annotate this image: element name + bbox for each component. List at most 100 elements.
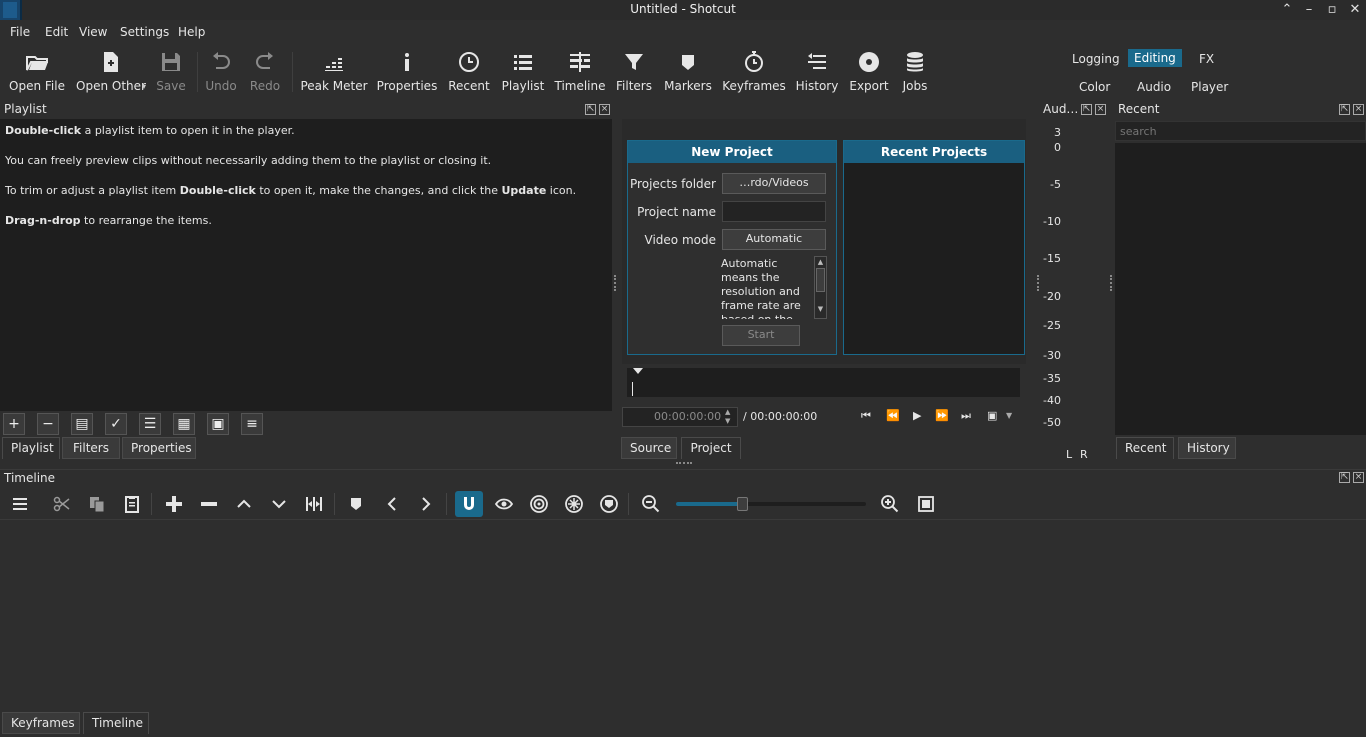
icons-view-icon[interactable]: ▣ xyxy=(207,413,229,435)
rewind-icon[interactable]: ⏪ xyxy=(886,409,900,422)
details-view-icon[interactable]: ☰ xyxy=(139,413,161,435)
skip-to-end-icon[interactable]: ⏭ xyxy=(961,409,971,423)
jobs-button[interactable]: Jobs xyxy=(896,44,934,98)
ripple-icon[interactable] xyxy=(525,491,553,517)
splitter-handle[interactable] xyxy=(1110,275,1113,291)
minimize-icon[interactable]: – xyxy=(1298,1,1320,19)
zoom-out-icon[interactable] xyxy=(637,491,665,517)
scroll-thumb[interactable] xyxy=(816,268,825,292)
recent-list[interactable] xyxy=(1115,143,1366,435)
zoom-slider[interactable] xyxy=(676,497,866,511)
close-icon[interactable]: × xyxy=(599,104,610,115)
close-icon[interactable]: × xyxy=(1353,104,1364,115)
float-icon[interactable]: ⇱ xyxy=(1339,472,1350,483)
tab-source[interactable]: Source xyxy=(621,437,677,459)
fast-forward-icon[interactable]: ⏩ xyxy=(935,409,949,422)
scrub-bar[interactable] xyxy=(627,368,1020,397)
overwrite-icon[interactable] xyxy=(265,491,293,517)
undo-button[interactable]: Undo xyxy=(200,44,242,98)
zoom-fit-icon[interactable]: ▣ xyxy=(987,409,997,422)
timecode-stepper-icon[interactable]: ▲ ▼ xyxy=(725,408,730,426)
tab-filters[interactable]: Filters xyxy=(62,437,120,459)
timecode-field[interactable]: 00:00:00:00 ▲ ▼ xyxy=(622,407,738,427)
maximize-icon[interactable]: ▫ xyxy=(1321,1,1343,19)
splitter-handle[interactable] xyxy=(676,462,692,465)
open-other-button[interactable]: Open Other xyxy=(74,44,148,98)
timeline-button[interactable]: Timeline xyxy=(554,44,606,98)
skip-to-start-icon[interactable]: ⏮ xyxy=(861,409,871,423)
menu-icon[interactable]: ≡ xyxy=(241,413,263,435)
remove-icon[interactable]: − xyxy=(37,413,59,435)
split-icon[interactable] xyxy=(300,491,328,517)
ripple-all-tracks-icon[interactable] xyxy=(560,491,588,517)
add-icon[interactable]: + xyxy=(3,413,25,435)
playhead-icon[interactable] xyxy=(633,368,643,374)
play-icon[interactable]: ▶ xyxy=(913,409,921,422)
scrub-eye-icon[interactable] xyxy=(490,491,518,517)
scroll-down-icon[interactable]: ▼ xyxy=(815,304,826,314)
splitter-handle[interactable] xyxy=(1037,275,1040,291)
menu-edit[interactable]: Edit xyxy=(45,25,68,39)
update-icon[interactable]: ▤ xyxy=(71,413,93,435)
recent-search-input[interactable] xyxy=(1115,121,1366,141)
ripple-delete-icon[interactable] xyxy=(195,491,223,517)
workspace-player[interactable]: Player xyxy=(1185,78,1234,96)
zoom-fit-icon[interactable] xyxy=(912,491,940,517)
menu-help[interactable]: Help xyxy=(178,25,205,39)
zoom-in-icon[interactable] xyxy=(876,491,904,517)
snap-icon[interactable] xyxy=(455,491,483,517)
append-icon[interactable] xyxy=(160,491,188,517)
menu-file[interactable]: File xyxy=(10,25,30,39)
copy-icon[interactable] xyxy=(83,491,111,517)
chevron-down-icon[interactable]: ▼ xyxy=(1006,411,1012,420)
history-button[interactable]: History xyxy=(792,44,842,98)
save-button[interactable]: Save xyxy=(150,44,192,98)
marker-icon[interactable] xyxy=(342,491,370,517)
close-icon[interactable]: ✕ xyxy=(1344,1,1366,19)
timeline-menu-icon[interactable] xyxy=(6,491,34,517)
workspace-audio[interactable]: Audio xyxy=(1131,78,1177,96)
chevron-up-icon[interactable]: ⌃ xyxy=(1276,1,1298,19)
playlist-button[interactable]: Playlist xyxy=(500,44,546,98)
workspace-fx[interactable]: FX xyxy=(1193,50,1220,68)
splitter-handle[interactable] xyxy=(614,275,617,291)
float-icon[interactable]: ⇱ xyxy=(1081,104,1092,115)
chevron-left-icon[interactable] xyxy=(378,491,406,517)
peak-meter-button[interactable]: Peak Meter xyxy=(300,44,368,98)
ripple-markers-icon[interactable] xyxy=(595,491,623,517)
workspace-editing[interactable]: Editing xyxy=(1128,49,1182,67)
paste-icon[interactable] xyxy=(118,491,146,517)
open-file-button[interactable]: Open File xyxy=(6,44,68,98)
timeline-tracks-area[interactable] xyxy=(0,520,1366,710)
tab-project[interactable]: Project xyxy=(681,437,741,459)
tab-keyframes[interactable]: Keyframes xyxy=(2,712,80,734)
scissors-icon[interactable] xyxy=(48,491,76,517)
tab-history[interactable]: History xyxy=(1178,437,1236,459)
markers-button[interactable]: Markers xyxy=(662,44,714,98)
workspace-color[interactable]: Color xyxy=(1073,78,1116,96)
video-mode-dropdown[interactable]: Automatic xyxy=(722,229,826,250)
project-name-field[interactable] xyxy=(722,201,826,222)
filters-button[interactable]: Filters xyxy=(612,44,656,98)
recent-button[interactable]: Recent xyxy=(446,44,492,98)
tiles-view-icon[interactable]: ▦ xyxy=(173,413,195,435)
zoom-slider-thumb[interactable] xyxy=(737,497,748,511)
float-icon[interactable]: ⇱ xyxy=(1339,104,1350,115)
menu-settings[interactable]: Settings xyxy=(120,25,169,39)
chevron-right-icon[interactable] xyxy=(412,491,440,517)
keyframes-button[interactable]: Keyframes xyxy=(722,44,786,98)
scroll-up-icon[interactable]: ▲ xyxy=(815,257,826,267)
redo-button[interactable]: Redo xyxy=(244,44,286,98)
tab-timeline[interactable]: Timeline xyxy=(83,712,149,734)
checkmark-icon[interactable]: ✓ xyxy=(105,413,127,435)
lift-icon[interactable] xyxy=(230,491,258,517)
tab-properties[interactable]: Properties xyxy=(122,437,196,459)
close-icon[interactable]: × xyxy=(1095,104,1106,115)
properties-button[interactable]: Properties xyxy=(376,44,438,98)
tab-playlist[interactable]: Playlist xyxy=(2,437,60,459)
tab-recent[interactable]: Recent xyxy=(1116,437,1174,459)
description-scrollbar[interactable]: ▲ ▼ xyxy=(814,256,827,319)
float-icon[interactable]: ⇱ xyxy=(585,104,596,115)
start-button[interactable]: Start xyxy=(722,325,800,346)
export-button[interactable]: Export xyxy=(848,44,890,98)
